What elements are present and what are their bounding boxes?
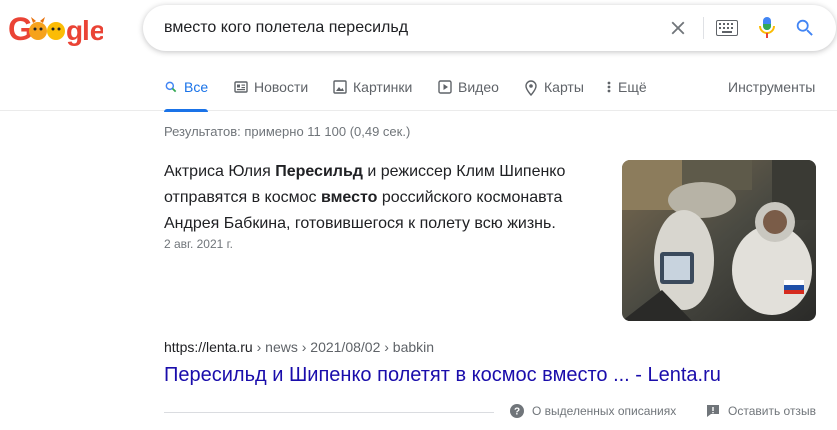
snippet-segment: Актриса Юлия	[164, 163, 276, 180]
search-icon[interactable]	[794, 17, 816, 39]
video-icon	[438, 80, 452, 94]
search-input[interactable]: вместо кого полетела пересильд	[164, 5, 644, 51]
about-snippets-label: О выделенных описаниях	[532, 404, 677, 418]
svg-text:G: G	[8, 11, 33, 47]
microphone-icon[interactable]	[757, 16, 777, 40]
clear-icon[interactable]	[667, 17, 689, 39]
tab-label: Новости	[254, 79, 309, 95]
feedback-link[interactable]: Оставить отзыв	[706, 404, 816, 418]
search-tabs: Все Новости Картинки Видео Карты Ещё	[0, 70, 837, 112]
search-icon	[165, 81, 177, 93]
snippet-highlight: Пересильд	[275, 163, 363, 180]
feedback-icon	[707, 405, 719, 417]
result-stats: Результатов: примерно 11 100 (0,49 сек.)	[164, 124, 411, 139]
snippet-highlight: вместо	[320, 189, 378, 206]
tab-label: Видео	[458, 79, 499, 95]
google-logo[interactable]: G g le	[8, 11, 103, 47]
cite-domain: https://lenta.ru	[164, 339, 253, 355]
tab-maps[interactable]: Карты	[524, 70, 584, 111]
section-divider	[164, 412, 494, 413]
feedback-label: Оставить отзыв	[728, 404, 816, 418]
cite-path: › news › 2021/08/02 › babkin	[252, 339, 435, 355]
image-icon	[333, 80, 347, 94]
svg-text:g: g	[66, 15, 83, 46]
tab-news[interactable]: Новости	[234, 70, 308, 111]
more-vertical-icon	[607, 81, 611, 93]
tools-button[interactable]: Инструменты	[728, 79, 815, 95]
tab-images[interactable]: Картинки	[333, 70, 412, 111]
snippet-date: 2 авг. 2021 г.	[164, 237, 233, 251]
tab-label: Карты	[544, 79, 584, 95]
tab-more[interactable]: Ещё	[606, 70, 647, 111]
about-snippets-link[interactable]: ? О выделенных описаниях	[510, 404, 676, 418]
map-pin-icon	[525, 80, 537, 96]
svg-text:?: ?	[514, 407, 520, 418]
help-icon: ?	[510, 404, 524, 418]
tab-label: Ещё	[618, 79, 647, 95]
search-divider	[703, 17, 704, 39]
snippet-image[interactable]	[622, 160, 816, 321]
svg-text:le: le	[82, 15, 103, 46]
news-icon	[234, 81, 248, 93]
keyboard-icon[interactable]	[716, 20, 738, 36]
tab-video[interactable]: Видео	[438, 70, 499, 111]
tab-label: Все	[184, 79, 209, 95]
tab-all[interactable]: Все	[164, 70, 209, 112]
result-title-link[interactable]: Пересильд и Шипенко полетят в космос вме…	[164, 364, 721, 387]
tab-label: Картинки	[353, 79, 413, 95]
result-cite: https://lenta.ru › news › 2021/08/02 › b…	[164, 339, 434, 355]
search-box[interactable]: вместо кого полетела пересильд	[143, 5, 836, 51]
featured-snippet-text: Актриса Юлия Пересильд и режиссер Клим Ш…	[164, 159, 604, 237]
